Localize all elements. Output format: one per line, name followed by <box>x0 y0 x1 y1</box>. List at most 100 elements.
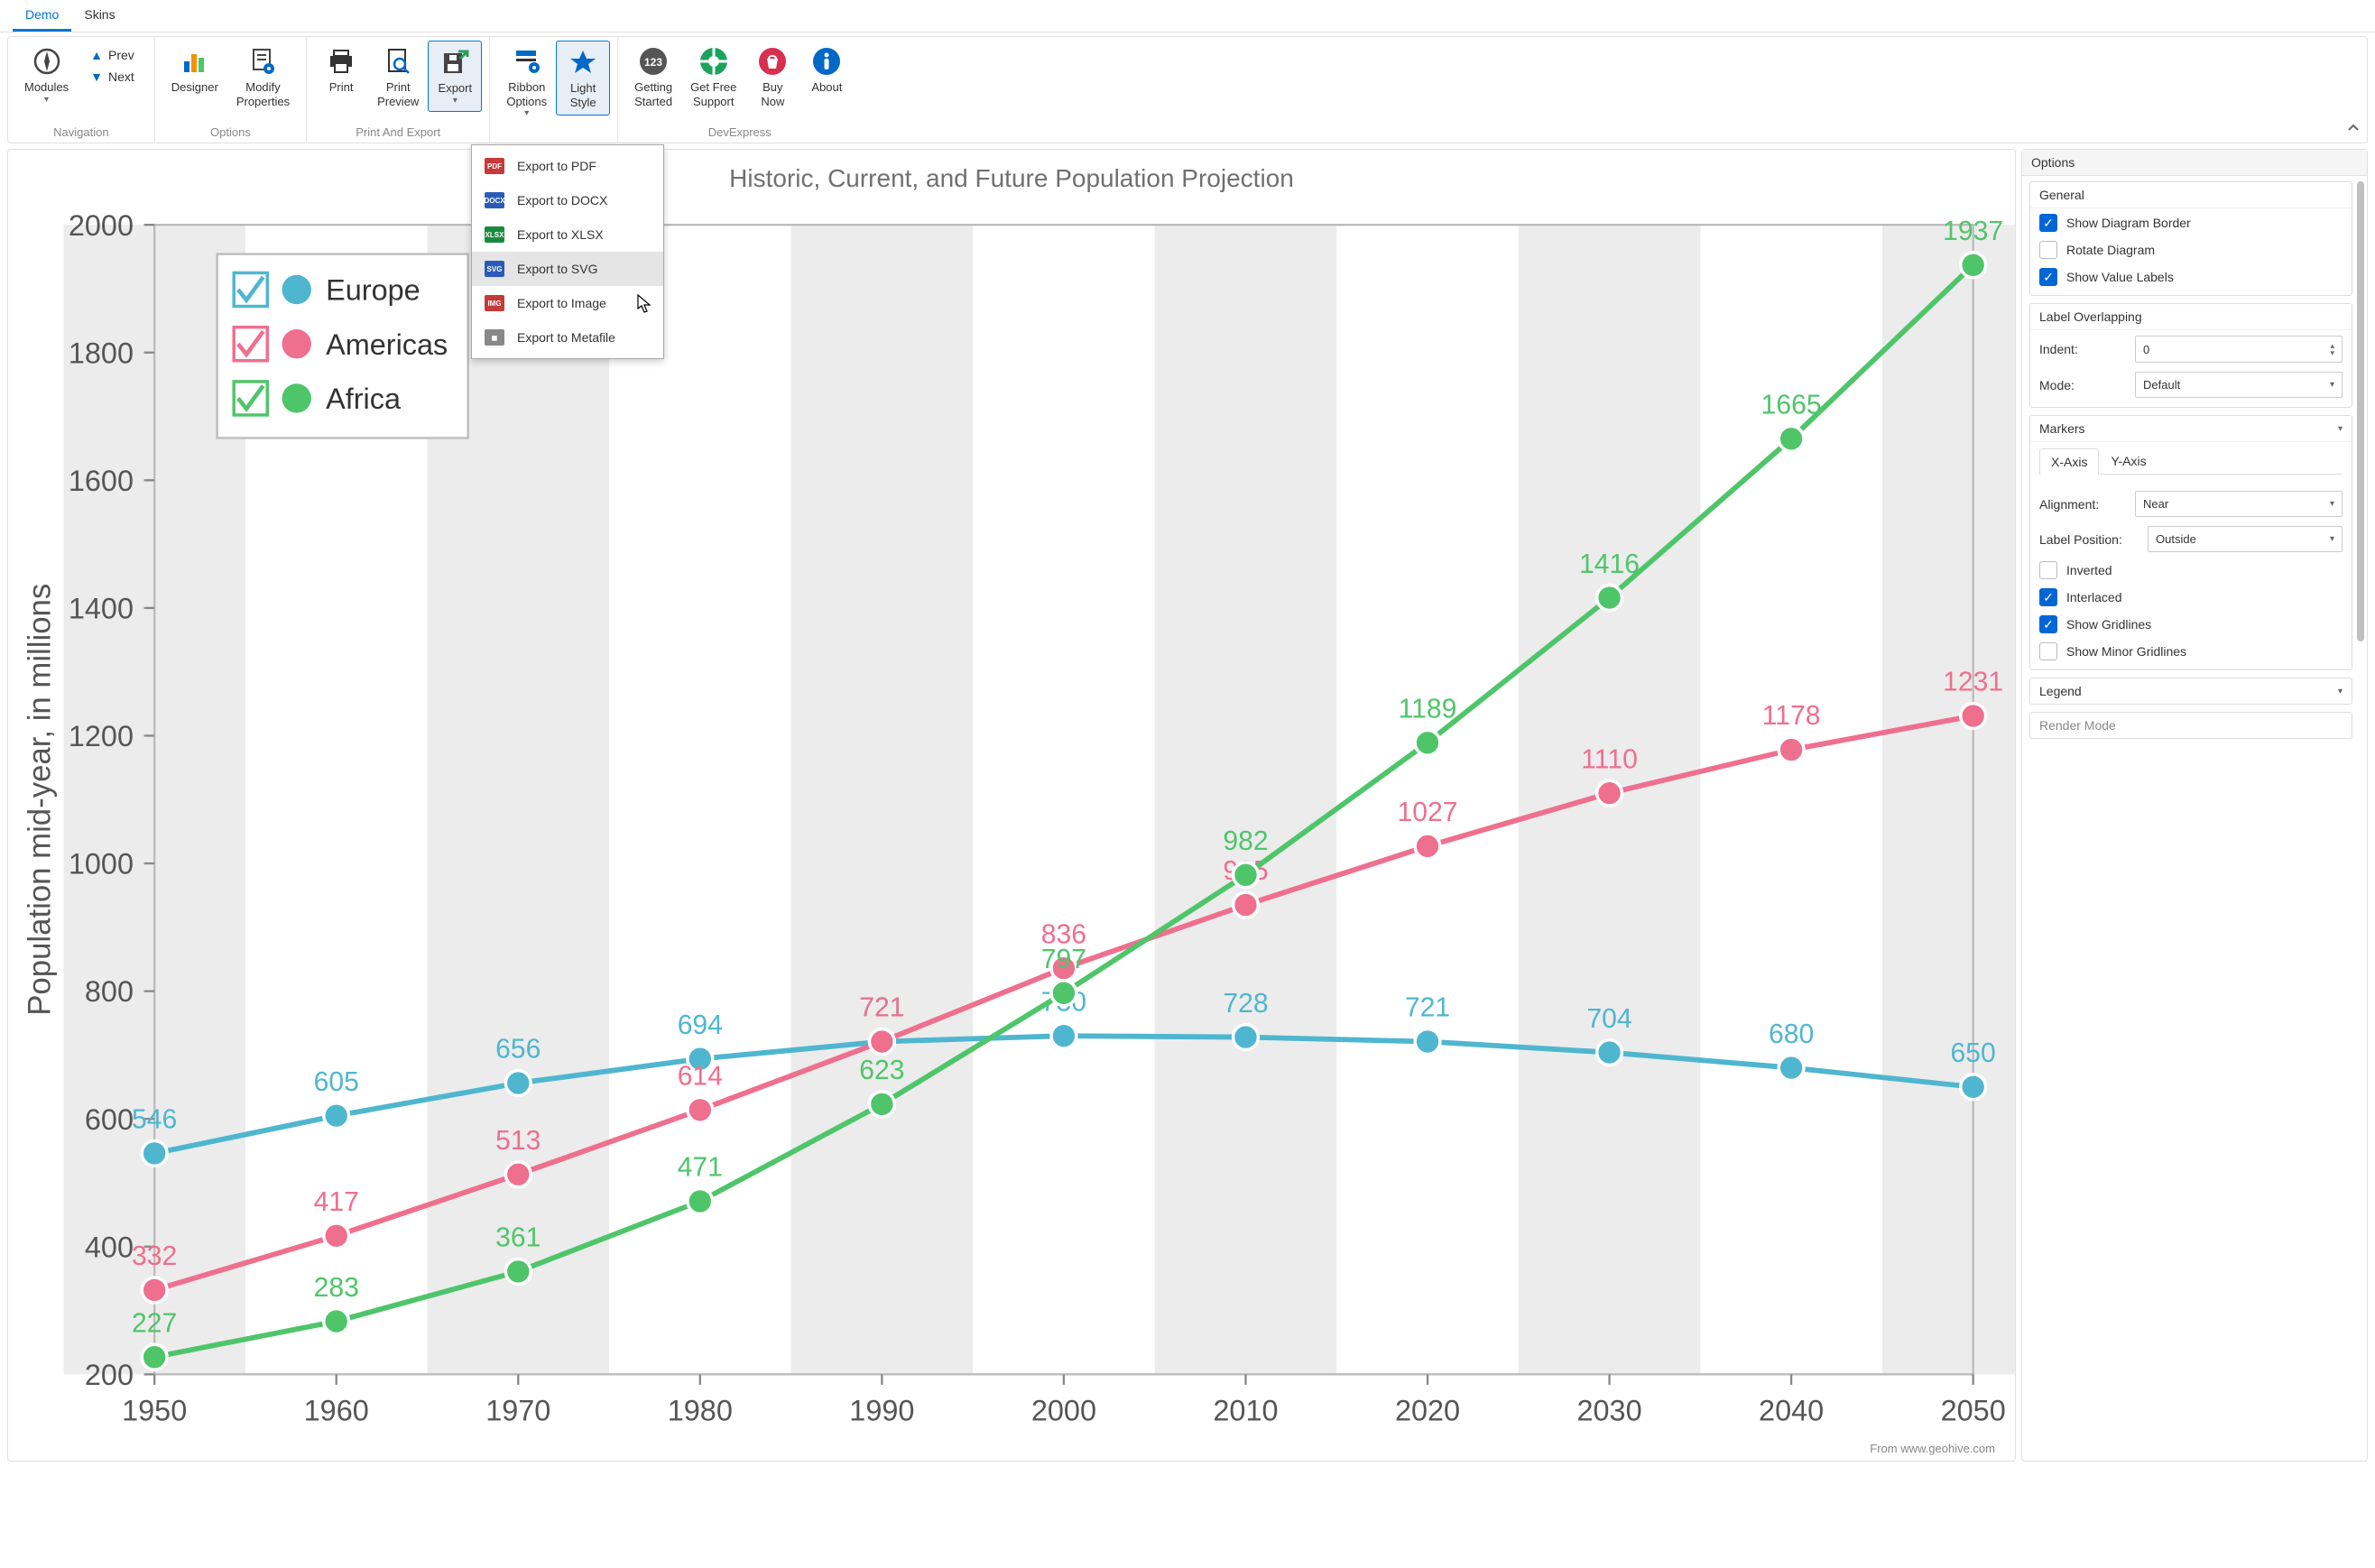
svg-icon: SVG <box>485 261 504 277</box>
svg-text:123: 123 <box>644 56 662 69</box>
tab-y-axis[interactable]: Y-Axis <box>2099 447 2158 474</box>
svg-text:1950: 1950 <box>122 1394 187 1426</box>
svg-text:2030: 2030 <box>1576 1394 1641 1426</box>
print-preview-button[interactable]: Print Preview <box>368 41 428 114</box>
export-metafile-item[interactable]: ◼ Export to Metafile <box>472 320 663 355</box>
chevron-down-icon: ▾ <box>453 96 457 106</box>
checkbox-inverted[interactable] <box>2039 561 2057 579</box>
alignment-select[interactable]: Near ▾ <box>2135 491 2343 517</box>
ribbon-group-print-export: Print Print Preview Export ▾ Print And E… <box>307 37 490 143</box>
label-position-select[interactable]: Outside ▾ <box>2148 526 2343 552</box>
about-button[interactable]: About <box>799 41 854 100</box>
chevron-down-icon: ▾ <box>524 108 529 118</box>
circle-123-icon: 123 <box>638 46 669 77</box>
printer-icon <box>326 46 356 77</box>
svg-text:1200: 1200 <box>69 720 134 752</box>
export-disk-icon <box>439 47 470 78</box>
svg-text:283: 283 <box>314 1273 359 1303</box>
section-header-label-overlapping[interactable]: Label Overlapping <box>2030 304 2352 329</box>
section-legend: Legend ▾ <box>2029 678 2352 705</box>
section-markers: Markers ▾ X-Axis Y-Axis Alignment: Near … <box>2029 415 2352 670</box>
checkbox-show-gridlines[interactable] <box>2039 615 2057 633</box>
chevron-down-icon: ▾ <box>44 95 49 105</box>
pdf-icon: PDF <box>485 158 504 174</box>
tab-skins[interactable]: Skins <box>71 0 127 32</box>
svg-text:1990: 1990 <box>849 1394 914 1426</box>
checkbox-show-value-labels[interactable] <box>2039 268 2057 286</box>
shopping-bag-icon <box>757 46 788 77</box>
svg-text:623: 623 <box>859 1056 904 1085</box>
get-free-support-button[interactable]: Get Free Support <box>681 41 745 114</box>
tab-x-axis[interactable]: X-Axis <box>2039 448 2099 475</box>
section-header-markers[interactable]: Markers ▾ <box>2030 416 2352 441</box>
export-pdf-item[interactable]: PDF Export to PDF <box>472 149 663 183</box>
print-button[interactable]: Print <box>314 41 368 100</box>
svg-text:694: 694 <box>678 1010 723 1040</box>
tab-demo[interactable]: Demo <box>13 0 71 32</box>
section-header-general[interactable]: General <box>2030 182 2352 208</box>
svg-text:1800: 1800 <box>69 337 134 370</box>
checkbox-interlaced[interactable] <box>2039 588 2057 606</box>
prev-button[interactable]: ▲ Prev <box>85 44 140 66</box>
modify-properties-button[interactable]: Modify Properties <box>227 41 299 114</box>
stepper-arrows-icon: ▴▾ <box>2330 342 2334 356</box>
indent-stepper[interactable]: 0 ▴▾ <box>2135 336 2343 363</box>
export-button[interactable]: Export ▾ <box>428 41 482 112</box>
section-header-render-mode[interactable]: Render Mode <box>2030 713 2352 738</box>
chart-footer: From www.geohive.com <box>1870 1442 1995 1455</box>
section-general: General Show Diagram Border Rotate Diagr… <box>2029 181 2352 296</box>
modules-button[interactable]: Modules ▾ <box>15 41 78 110</box>
export-svg-item[interactable]: SVG Export to SVG <box>472 252 663 286</box>
svg-text:2000: 2000 <box>69 209 134 242</box>
svg-text:2040: 2040 <box>1759 1394 1824 1426</box>
section-header-legend[interactable]: Legend ▾ <box>2030 678 2352 704</box>
chevron-down-icon: ▾ <box>2330 499 2334 509</box>
svg-text:656: 656 <box>495 1035 541 1065</box>
designer-button[interactable]: Designer <box>162 41 227 100</box>
lifebuoy-icon <box>698 46 729 77</box>
svg-text:721: 721 <box>859 993 904 1023</box>
checkbox-rotate-diagram[interactable] <box>2039 241 2057 259</box>
svg-text:1980: 1980 <box>668 1394 733 1426</box>
svg-text:417: 417 <box>314 1187 359 1217</box>
document-gear-icon <box>247 46 278 77</box>
chart-panel: Historic, Current, and Future Population… <box>7 149 2016 1462</box>
svg-text:1960: 1960 <box>304 1394 369 1426</box>
svg-text:Africa: Africa <box>326 383 402 415</box>
docx-icon: DOCX <box>485 192 504 208</box>
svg-text:680: 680 <box>1769 1019 1814 1049</box>
checkbox-show-diagram-border[interactable] <box>2039 214 2057 232</box>
chart-title: Historic, Current, and Future Population… <box>8 150 2015 204</box>
getting-started-button[interactable]: 123 Getting Started <box>625 41 681 114</box>
compass-icon <box>32 46 62 77</box>
chart-svg: 2004006008001000120014001600180020001950… <box>8 204 2015 1458</box>
next-button[interactable]: ▼ Next <box>85 66 140 88</box>
ribbon-group-options: Designer Modify Properties Options <box>155 37 307 143</box>
svg-text:1400: 1400 <box>69 593 134 625</box>
scrollbar-thumb[interactable] <box>2357 181 2364 641</box>
svg-text:227: 227 <box>132 1309 177 1339</box>
light-style-button[interactable]: Light Style <box>556 41 610 115</box>
ribbon-group-devexpress: 123 Getting Started Get Free Support Buy… <box>618 37 861 143</box>
buy-now-button[interactable]: Buy Now <box>745 41 799 114</box>
mode-select[interactable]: Default ▾ <box>2135 372 2343 398</box>
ribbon-options-button[interactable]: Ribbon Options ▾ <box>497 41 556 124</box>
export-image-item[interactable]: IMG Export to Image <box>472 286 663 320</box>
svg-text:2020: 2020 <box>1395 1394 1460 1426</box>
svg-text:1189: 1189 <box>1399 695 1457 724</box>
export-xlsx-item[interactable]: XLSX Export to XLSX <box>472 217 663 252</box>
section-label-overlapping: Label Overlapping Indent: 0 ▴▾ Mode: Def… <box>2029 303 2352 408</box>
export-docx-item[interactable]: DOCX Export to DOCX <box>472 183 663 217</box>
svg-text:1600: 1600 <box>69 465 134 497</box>
chevron-down-icon: ▾ <box>2338 424 2343 434</box>
ribbon-collapse-button[interactable] <box>2347 122 2360 137</box>
svg-text:1937: 1937 <box>1943 217 2003 246</box>
svg-text:471: 471 <box>678 1153 723 1183</box>
svg-text:361: 361 <box>495 1223 541 1253</box>
triangle-up-icon: ▲ <box>90 48 103 62</box>
svg-text:982: 982 <box>1223 826 1268 856</box>
svg-text:1416: 1416 <box>1579 549 1640 579</box>
svg-text:1231: 1231 <box>1943 668 2003 697</box>
ribbon-group-navigation: Modules ▾ ▲ Prev ▼ Next Navigation <box>8 37 155 143</box>
checkbox-show-minor-gridlines[interactable] <box>2039 642 2057 660</box>
